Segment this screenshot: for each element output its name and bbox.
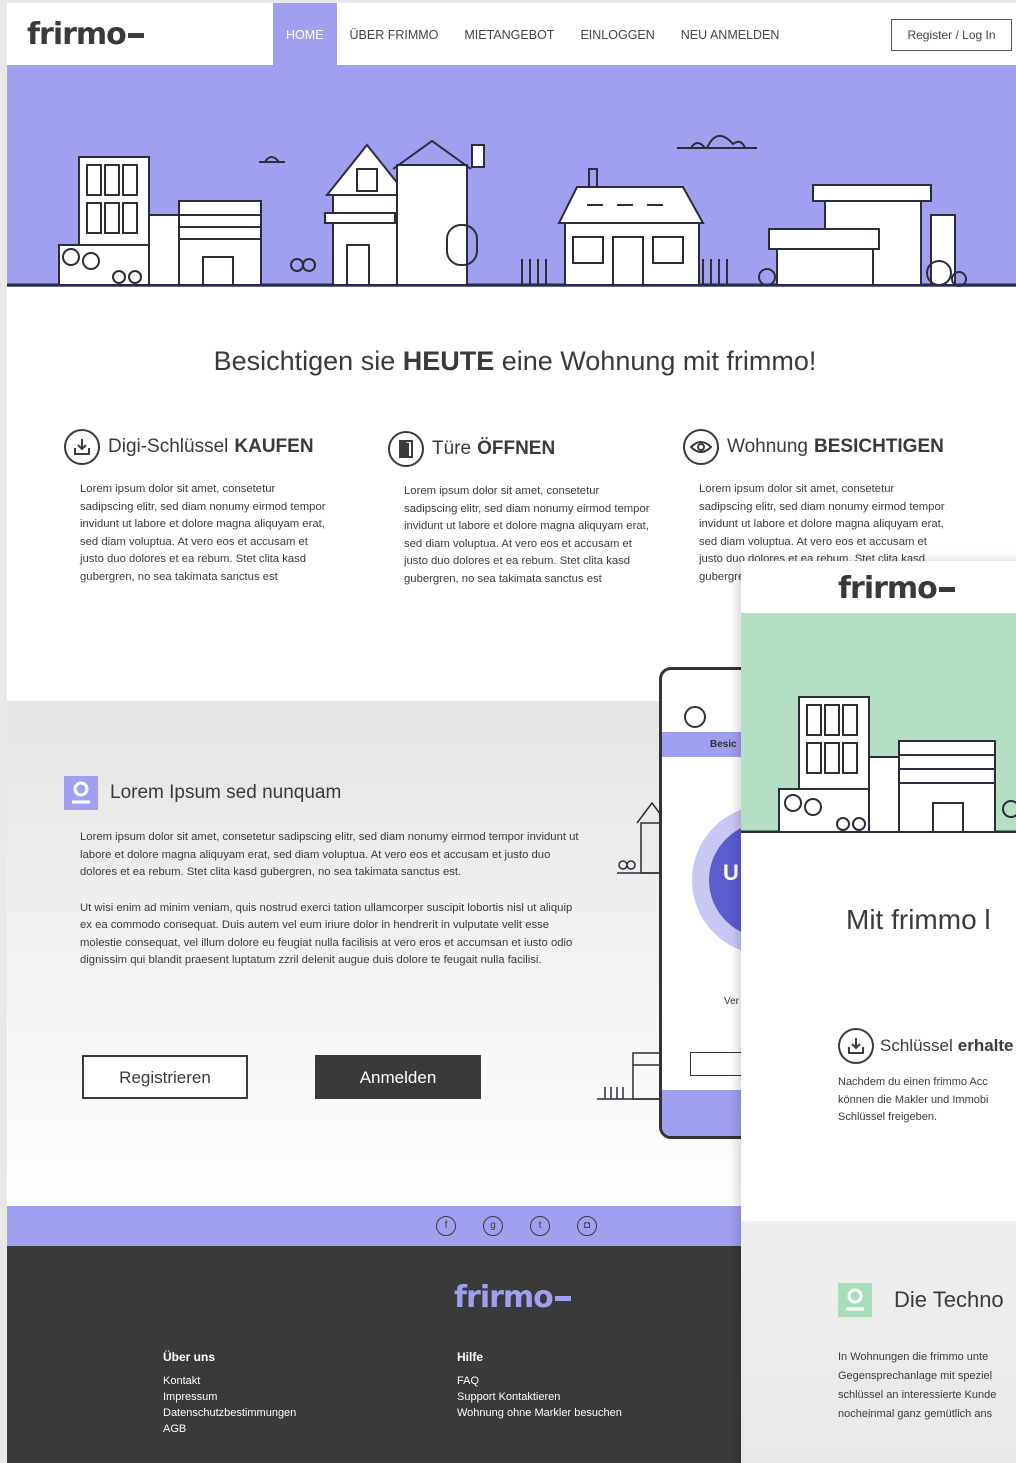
feature-title: Türe — [432, 438, 472, 459]
phone-bar-text: Besic — [710, 739, 737, 750]
eye-icon — [683, 429, 719, 465]
footer-link-wohnung[interactable]: Wohnung ohne Markler besuchen — [457, 1405, 622, 1421]
download-icon — [64, 429, 100, 465]
feature-title-bold: KAUFEN — [234, 436, 314, 457]
footer-link-impressum[interactable]: Impressum — [163, 1389, 296, 1405]
nav-neu-anmelden[interactable]: NEU ANMELDEN — [668, 3, 793, 65]
footer-logo[interactable]: frirmo — [454, 1280, 572, 1315]
register-button[interactable]: Registrieren — [82, 1055, 248, 1099]
nav-einloggen[interactable]: EINLOGGEN — [567, 3, 667, 65]
nav-ueber-frimmo[interactable]: ÜBER FRIMMO — [337, 3, 452, 65]
footer-column-title: Hilfe — [457, 1350, 484, 1364]
phone-circle-letter: U — [723, 860, 739, 885]
house-illustration — [597, 801, 667, 1100]
mock-tech-text: In Wohnungen die frimmo unte Gegensprech… — [838, 1351, 997, 1420]
phone-ver-text: Ver — [724, 996, 740, 1007]
google-plus-icon[interactable]: g — [483, 1216, 503, 1236]
mock-feature-title: Schlüssel erhalte — [838, 1028, 1014, 1064]
feature-title: Digi-Schlüssel — [108, 436, 229, 457]
main-menu: HOME ÜBER FRIMMO MIETANGEBOT EINLOGGEN N… — [273, 3, 792, 65]
info-paragraph-1: Lorem ipsum dolor sit amet, consetetur s… — [80, 831, 579, 878]
footer-link-faq[interactable]: FAQ — [457, 1373, 622, 1389]
door-icon — [388, 431, 424, 467]
info-section-title: Lorem Ipsum sed nunquam — [64, 776, 341, 810]
footer-link-agb[interactable]: AGB — [163, 1421, 296, 1437]
nav-mietangebot[interactable]: MIETANGEBOT — [451, 3, 567, 65]
nav-home[interactable]: HOME — [273, 3, 337, 65]
facebook-icon[interactable]: f — [436, 1216, 456, 1236]
top-navigation: frirmo HOME ÜBER FRIMMO MIETANGEBOT EINL… — [7, 3, 1016, 65]
mobile-page-mockup: frirmo Mit frimmo l Schlüssel erhalte Nac… — [741, 561, 1016, 1463]
feature-tuere-oeffnen: Türe ÖFFNEN Lorem ipsum dolor sit amet, c… — [388, 431, 658, 588]
feature-text: Lorem ipsum dolor sit amet, consetetur s… — [404, 485, 650, 585]
mock-headline: Mit frimmo l — [846, 904, 991, 935]
feature-title: Wohnung — [727, 436, 808, 457]
instagram-icon[interactable]: ◘ — [577, 1216, 597, 1236]
feature-digi-schluessel: Digi-Schlüssel KAUFEN Lorem ipsum dolor s… — [64, 429, 334, 586]
key-icon — [64, 776, 98, 810]
feature-text: Lorem ipsum dolor sit amet, consetetur s… — [80, 483, 326, 583]
login-button[interactable]: Anmelden — [315, 1055, 481, 1099]
footer-column-title: Über uns — [163, 1350, 216, 1364]
key-icon — [838, 1283, 872, 1317]
mock-tech-title: Die Techno — [838, 1283, 1004, 1317]
mock-feature-text: Nachdem du einen frimmo Acc können die M… — [838, 1076, 989, 1123]
feature-title-bold: BESICHTIGEN — [814, 436, 944, 457]
page-headline: Besichtigen sie HEUTE eine Wohnung mit f… — [213, 346, 817, 376]
footer-column-hilfe: Hilfe FAQ Support Kontaktieren Wohnung o… — [457, 1350, 622, 1421]
footer-column-ueber-uns: Über uns Kontakt Impressum Datenschutzbe… — [163, 1350, 296, 1437]
info-section-body: Lorem ipsum dolor sit amet, consetetur s… — [80, 829, 580, 970]
mock-hero-illustration — [741, 613, 1016, 833]
footer-link-kontakt[interactable]: Kontakt — [163, 1373, 296, 1389]
mock-logo[interactable]: frirmo — [838, 571, 956, 606]
info-paragraph-2: Ut wisi enim ad minim veniam, quis nostr… — [80, 901, 573, 967]
brand-logo[interactable]: frirmo — [27, 17, 145, 52]
menu-icon[interactable] — [684, 706, 706, 728]
download-icon — [838, 1028, 874, 1064]
feature-title-bold: ÖFFNEN — [477, 438, 556, 459]
footer-link-datenschutz[interactable]: Datenschutzbestimmungen — [163, 1405, 296, 1421]
hero-illustration — [7, 65, 1016, 287]
twitter-icon[interactable]: t — [530, 1216, 550, 1236]
register-login-button[interactable]: Register / Log In — [891, 19, 1012, 51]
footer-link-support[interactable]: Support Kontaktieren — [457, 1389, 622, 1405]
